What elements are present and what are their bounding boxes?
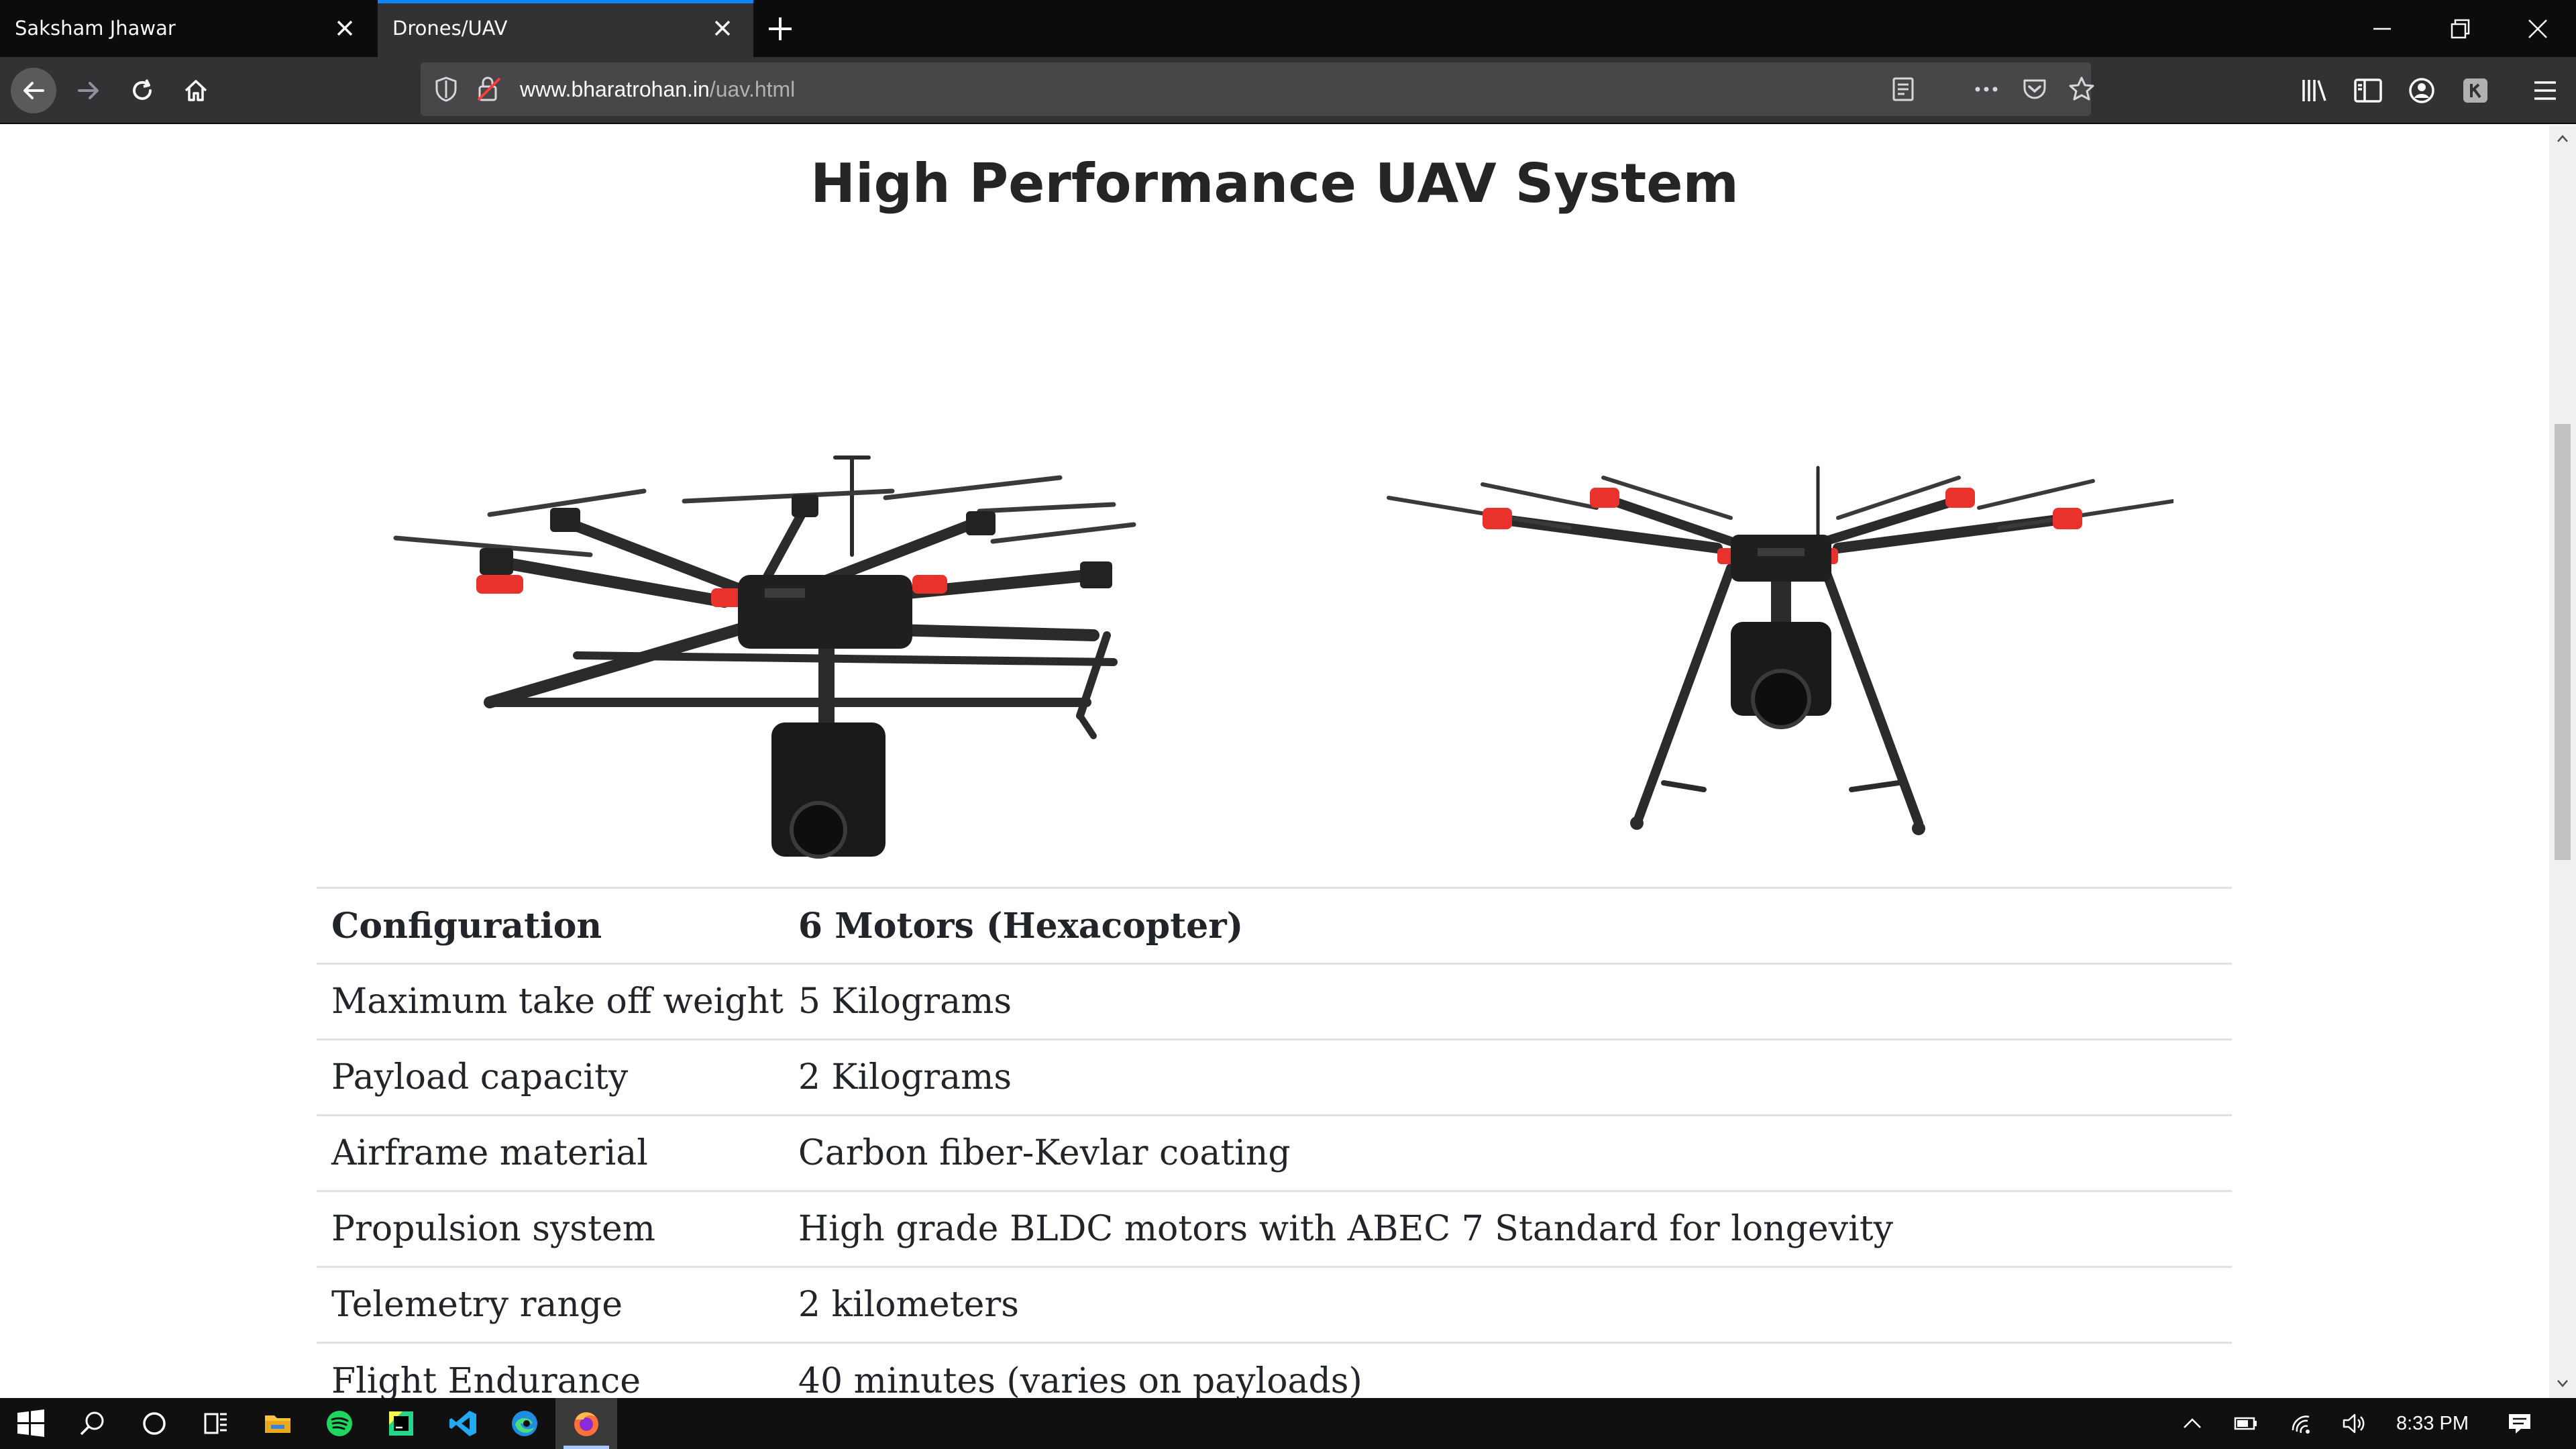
edge-icon bbox=[512, 1411, 537, 1436]
notifications-icon[interactable] bbox=[2506, 1410, 2533, 1437]
file-explorer-button[interactable] bbox=[247, 1398, 309, 1449]
cortana-icon bbox=[143, 1412, 166, 1435]
start-button[interactable] bbox=[0, 1398, 62, 1449]
search-button[interactable] bbox=[62, 1398, 123, 1449]
page-actions-icon[interactable] bbox=[1972, 74, 2001, 104]
forward-arrow-icon bbox=[78, 82, 99, 99]
table-row: Payload capacity 2 Kilograms bbox=[317, 1038, 2232, 1116]
table-row: Airframe material Carbon fiber-Kevlar co… bbox=[317, 1114, 2232, 1191]
firefox-button[interactable] bbox=[555, 1398, 617, 1449]
bookmark-star-icon[interactable] bbox=[2067, 74, 2096, 104]
reload-button[interactable] bbox=[119, 68, 165, 113]
back-button[interactable] bbox=[11, 68, 56, 113]
spec-label: Airframe material bbox=[317, 1114, 784, 1191]
tab-title: Saksham Jhawar bbox=[15, 17, 176, 40]
vscode-icon bbox=[449, 1411, 476, 1436]
cortana-button[interactable] bbox=[123, 1398, 185, 1449]
firefox-icon bbox=[574, 1412, 598, 1436]
new-tab-icon[interactable] bbox=[765, 13, 796, 44]
spec-table: Configuration 6 Motors (Hexacopter) Maxi… bbox=[317, 887, 2232, 1398]
url-text[interactable]: www.bharatrohan.in/uav.html bbox=[520, 62, 795, 116]
spec-value: 2 kilometers bbox=[783, 1266, 2232, 1343]
spotify-button[interactable] bbox=[309, 1398, 370, 1449]
scroll-up-arrow-icon[interactable] bbox=[2556, 132, 2569, 146]
spec-value: 5 Kilograms bbox=[783, 963, 2232, 1040]
library-icon[interactable] bbox=[2297, 73, 2332, 108]
spec-value: 40 minutes (varies on payloads) bbox=[783, 1342, 2232, 1398]
pycharm-icon bbox=[389, 1411, 413, 1436]
extension-icon[interactable] bbox=[2458, 73, 2493, 108]
search-icon bbox=[80, 1411, 104, 1436]
spec-label: Propulsion system bbox=[317, 1190, 784, 1267]
pycharm-button[interactable] bbox=[370, 1398, 432, 1449]
spec-value: 2 Kilograms bbox=[783, 1038, 2232, 1116]
reader-view-icon[interactable] bbox=[1888, 74, 1918, 104]
navigation-toolbar: www.bharatrohan.in/uav.html bbox=[0, 57, 2576, 124]
drone-image-angled bbox=[393, 455, 1136, 859]
volume-icon[interactable] bbox=[2340, 1410, 2367, 1437]
vertical-scrollbar[interactable] bbox=[2549, 125, 2576, 1398]
wifi-icon[interactable] bbox=[2288, 1410, 2314, 1437]
spec-label: Payload capacity bbox=[317, 1038, 784, 1116]
spec-label: Maximum take off weight bbox=[317, 963, 784, 1040]
tab-title: Drones/UAV bbox=[392, 17, 508, 40]
task-view-button[interactable] bbox=[185, 1398, 247, 1449]
back-arrow-icon bbox=[23, 82, 44, 99]
system-clock[interactable]: 8:33 PM bbox=[2396, 1398, 2469, 1449]
pocket-icon[interactable] bbox=[2020, 74, 2049, 104]
minimize-icon[interactable] bbox=[2367, 13, 2398, 44]
url-path: /uav.html bbox=[709, 77, 796, 101]
scroll-down-arrow-icon[interactable] bbox=[2556, 1377, 2569, 1390]
table-row: Propulsion system High grade BLDC motors… bbox=[317, 1190, 2232, 1267]
table-row: Flight Endurance 40 minutes (varies on p… bbox=[317, 1342, 2232, 1398]
sidebar-icon[interactable] bbox=[2351, 73, 2385, 108]
address-bar[interactable]: www.bharatrohan.in/uav.html bbox=[421, 62, 2094, 116]
chevron-up-icon[interactable] bbox=[2179, 1410, 2206, 1437]
url-domain: www.bharatrohan.in bbox=[520, 77, 710, 101]
page-content: High Performance UAV System Configuratio… bbox=[0, 125, 2549, 1398]
home-icon bbox=[184, 80, 207, 101]
battery-icon[interactable] bbox=[2233, 1410, 2259, 1437]
spec-label: Configuration bbox=[317, 887, 784, 964]
file-explorer-icon bbox=[265, 1415, 290, 1433]
hamburger-menu-icon[interactable] bbox=[2528, 73, 2563, 108]
tab-saksham-jhawar[interactable]: Saksham Jhawar bbox=[0, 0, 376, 57]
spec-value: 6 Motors (Hexacopter) bbox=[783, 887, 2232, 964]
close-icon[interactable] bbox=[333, 16, 357, 40]
reload-icon bbox=[133, 79, 152, 100]
insecure-lock-icon[interactable] bbox=[474, 74, 504, 104]
tab-drones-uav[interactable]: Drones/UAV bbox=[378, 0, 753, 57]
account-icon[interactable] bbox=[2404, 73, 2439, 108]
scroll-thumb[interactable] bbox=[2555, 424, 2571, 860]
page-title: High Performance UAV System bbox=[810, 152, 1739, 215]
spotify-icon bbox=[327, 1411, 352, 1436]
table-row: Maximum take off weight 5 Kilograms bbox=[317, 963, 2232, 1040]
start-icon bbox=[17, 1409, 44, 1437]
tab-strip: Saksham Jhawar Drones/UAV bbox=[0, 0, 2576, 57]
vscode-button[interactable] bbox=[432, 1398, 494, 1449]
spec-label: Flight Endurance bbox=[317, 1342, 784, 1398]
close-window-icon[interactable] bbox=[2522, 13, 2553, 44]
spec-label: Telemetry range bbox=[317, 1266, 784, 1343]
drone-image-front bbox=[1387, 466, 2174, 835]
spec-value: Carbon fiber-Kevlar coating bbox=[783, 1114, 2232, 1191]
spec-value: High grade BLDC motors with ABEC 7 Stand… bbox=[783, 1190, 2232, 1267]
edge-button[interactable] bbox=[494, 1398, 555, 1449]
restore-icon[interactable] bbox=[2445, 13, 2475, 44]
forward-button[interactable] bbox=[66, 68, 111, 113]
tracking-protection-icon[interactable] bbox=[431, 74, 461, 104]
windows-taskbar: 8:33 PM bbox=[0, 1398, 2576, 1449]
home-button[interactable] bbox=[173, 68, 219, 113]
task-view-icon bbox=[204, 1413, 227, 1434]
table-row: Configuration 6 Motors (Hexacopter) bbox=[317, 887, 2232, 964]
close-icon[interactable] bbox=[710, 16, 735, 40]
table-row: Telemetry range 2 kilometers bbox=[317, 1266, 2232, 1343]
